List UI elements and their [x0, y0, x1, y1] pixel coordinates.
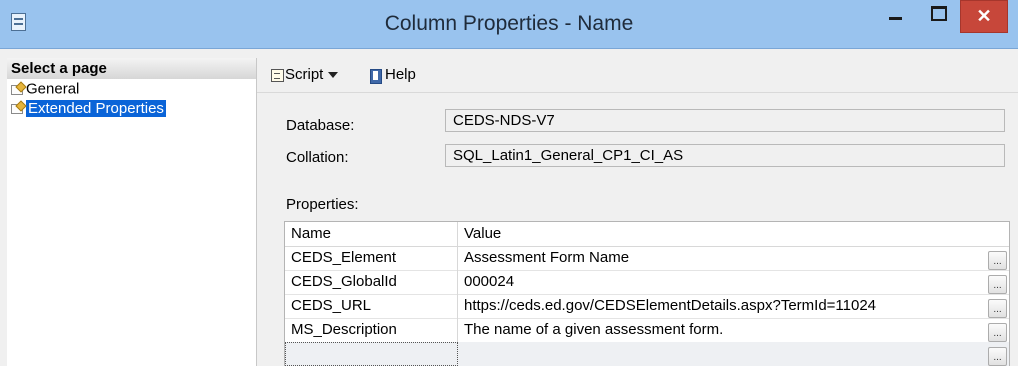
- new-property-name-cell[interactable]: [285, 342, 458, 366]
- property-name-cell[interactable]: CEDS_GlobalId: [285, 270, 458, 294]
- page-item-general[interactable]: General: [7, 79, 256, 98]
- property-name-cell[interactable]: CEDS_URL: [285, 294, 458, 318]
- close-icon: ✕: [976, 6, 992, 26]
- property-value-cell[interactable]: Assessment Form Name: [458, 246, 1009, 270]
- property-name-cell[interactable]: MS_Description: [285, 318, 458, 342]
- help-label: Help: [385, 66, 416, 83]
- toolbar: Script Help: [257, 58, 1018, 93]
- page-item-extended-properties[interactable]: Extended Properties: [7, 98, 256, 117]
- select-page-panel: Select a page General Extended Propertie…: [7, 58, 257, 366]
- property-name-cell[interactable]: CEDS_Element: [285, 246, 458, 270]
- database-field[interactable]: CEDS-NDS-V7: [445, 109, 1005, 132]
- chevron-down-icon[interactable]: [328, 72, 339, 79]
- ellipsis-button[interactable]: ...: [988, 275, 1007, 294]
- collation-label: Collation:: [286, 149, 349, 166]
- ellipsis-button[interactable]: ...: [988, 251, 1007, 270]
- ellipsis-button[interactable]: ...: [988, 347, 1007, 366]
- new-property-value-cell[interactable]: [458, 342, 1009, 366]
- table-row[interactable]: CEDS_Element Assessment Form Name ...: [285, 246, 1009, 271]
- grid-header-row: Name Value: [285, 222, 1009, 247]
- column-header-name[interactable]: Name: [285, 222, 458, 246]
- properties-grid[interactable]: Name Value CEDS_Element Assessment Form …: [284, 221, 1010, 366]
- property-value-cell[interactable]: 000024: [458, 270, 1009, 294]
- maximize-button[interactable]: [918, 0, 959, 33]
- script-button[interactable]: Script: [270, 58, 339, 92]
- title-bar[interactable]: Column Properties - Name ✕: [0, 0, 1018, 49]
- new-property-row[interactable]: ...: [285, 342, 1009, 366]
- property-value-cell[interactable]: https://ceds.ed.gov/CEDSElementDetails.a…: [458, 294, 1009, 318]
- ellipsis-button[interactable]: ...: [988, 299, 1007, 318]
- properties-panel: Script Help Database: CEDS-NDS-V7 Collat…: [257, 58, 1018, 366]
- window-title: Column Properties - Name: [384, 12, 634, 35]
- help-book-icon: [369, 68, 383, 84]
- properties-label: Properties:: [286, 196, 359, 213]
- minimize-button[interactable]: [874, 0, 918, 33]
- maximize-icon: [931, 6, 947, 21]
- script-icon: [270, 68, 284, 83]
- page-settings-icon: [10, 102, 24, 115]
- page-item-label: General: [26, 80, 80, 98]
- table-row[interactable]: MS_Description The name of a given asses…: [285, 318, 1009, 343]
- database-label: Database:: [286, 117, 355, 134]
- script-label: Script: [285, 66, 324, 83]
- close-button[interactable]: ✕: [960, 0, 1008, 33]
- column-header-value[interactable]: Value: [458, 222, 1009, 246]
- minimize-icon: [889, 17, 902, 20]
- table-row[interactable]: CEDS_URL https://ceds.ed.gov/CEDSElement…: [285, 294, 1009, 319]
- column-properties-window: Column Properties - Name ✕ Select a page…: [0, 0, 1018, 366]
- page-item-label: Extended Properties: [26, 99, 166, 117]
- page-settings-icon: [10, 83, 24, 96]
- property-value-cell[interactable]: The name of a given assessment form.: [458, 318, 1009, 342]
- ellipsis-button[interactable]: ...: [988, 323, 1007, 342]
- help-button[interactable]: Help: [369, 58, 416, 92]
- table-row[interactable]: CEDS_GlobalId 000024 ...: [285, 270, 1009, 295]
- select-page-header: Select a page: [7, 58, 256, 79]
- extended-properties-content: Database: CEDS-NDS-V7 Collation: SQL_Lat…: [257, 93, 1018, 366]
- collation-field[interactable]: SQL_Latin1_General_CP1_CI_AS: [445, 144, 1005, 167]
